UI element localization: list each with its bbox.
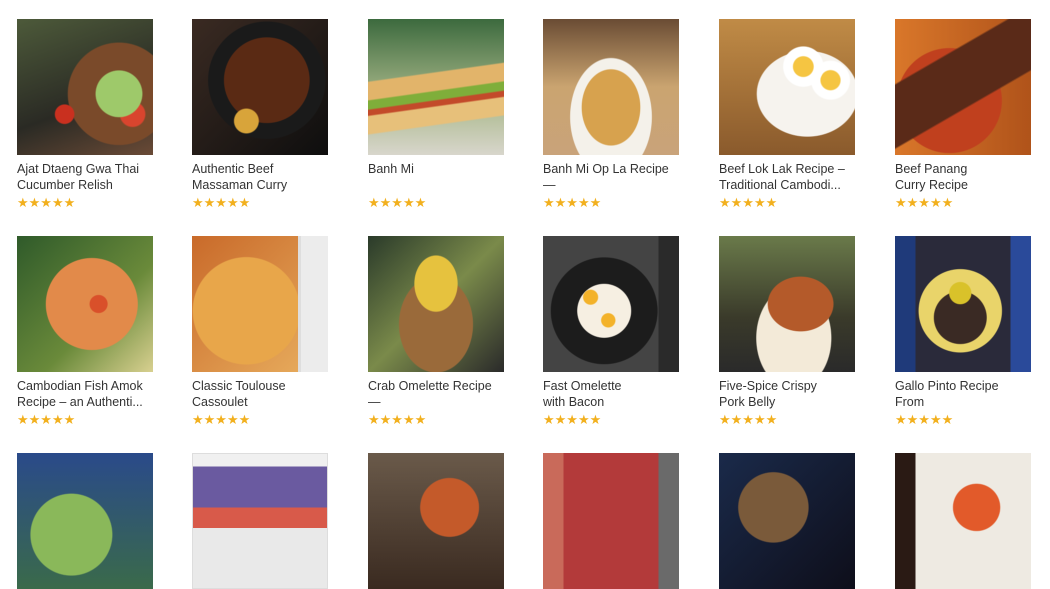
star-rating: ★★★★★ — [17, 195, 76, 210]
recipe-thumbnail[interactable] — [368, 236, 504, 372]
recipe-card[interactable] — [192, 453, 328, 589]
recipe-thumbnail[interactable] — [368, 19, 504, 155]
recipe-card[interactable]: Cambodian Fish Amok Recipe – an Authenti… — [17, 236, 153, 427]
recipe-card[interactable] — [719, 453, 855, 589]
recipe-thumbnail[interactable] — [543, 453, 679, 589]
recipe-card[interactable]: Banh Mi ★★★★★ — [368, 19, 504, 210]
recipe-card[interactable]: Fast Omelette with Bacon ★★★★★ — [543, 236, 679, 427]
recipe-thumbnail[interactable] — [895, 236, 1031, 372]
recipe-thumbnail[interactable] — [719, 19, 855, 155]
recipe-title[interactable]: Ajat Dtaeng Gwa Thai Cucumber Relish — [17, 161, 153, 193]
recipe-thumbnail[interactable] — [543, 236, 679, 372]
star-rating: ★★★★★ — [543, 412, 602, 427]
recipe-thumbnail[interactable] — [719, 236, 855, 372]
recipe-card[interactable]: Five-Spice Crispy Pork Belly ★★★★★ — [719, 236, 855, 427]
recipe-thumbnail[interactable] — [719, 453, 855, 589]
recipe-card[interactable] — [17, 453, 153, 589]
recipe-card[interactable]: Classic Toulouse Cassoulet ★★★★★ — [192, 236, 328, 427]
recipe-card[interactable]: Banh Mi Op La Recipe — Hoi An Style Banh… — [543, 19, 679, 210]
star-rating: ★★★★★ — [719, 195, 778, 210]
recipe-thumbnail[interactable] — [17, 453, 153, 589]
star-rating: ★★★★★ — [368, 412, 427, 427]
recipe-thumbnail[interactable] — [17, 236, 153, 372]
recipe-card[interactable] — [368, 453, 504, 589]
recipe-title[interactable]: Crab Omelette Recipe — Weekend Eggs — [368, 378, 504, 410]
recipe-card[interactable]: Gallo Pinto Recipe From Costa Rica ★★★★★ — [895, 236, 1031, 427]
recipe-title[interactable]: Classic Toulouse Cassoulet — [192, 378, 328, 410]
recipe-title[interactable]: Banh Mi — [368, 161, 504, 193]
recipe-thumbnail[interactable] — [543, 19, 679, 155]
recipe-title[interactable]: Authentic Beef Massaman Curry — [192, 161, 328, 193]
recipe-title[interactable]: Cambodian Fish Amok Recipe – an Authenti… — [17, 378, 153, 410]
recipe-thumbnail[interactable] — [192, 453, 328, 589]
recipe-thumbnail[interactable] — [368, 453, 504, 589]
star-rating: ★★★★★ — [192, 412, 251, 427]
star-rating: ★★★★★ — [368, 195, 427, 210]
recipe-title[interactable]: Beef Lok Lak Recipe – Traditional Cambod… — [719, 161, 855, 193]
recipe-card[interactable]: Beef Lok Lak Recipe – Traditional Cambod… — [719, 19, 855, 210]
recipe-thumbnail[interactable] — [895, 19, 1031, 155]
recipe-title[interactable]: Fast Omelette with Bacon — [543, 378, 679, 410]
recipe-card[interactable]: Crab Omelette Recipe — Weekend Eggs ★★★★… — [368, 236, 504, 427]
recipe-title[interactable]: Banh Mi Op La Recipe — Hoi An Style Banh… — [543, 161, 679, 193]
recipe-thumbnail[interactable] — [895, 453, 1031, 589]
recipe-card[interactable]: Authentic Beef Massaman Curry ★★★★★ — [192, 19, 328, 210]
recipe-card[interactable] — [895, 453, 1031, 589]
recipe-title[interactable]: Beef Panang Curry Recipe — [895, 161, 1031, 193]
star-rating: ★★★★★ — [543, 195, 602, 210]
star-rating: ★★★★★ — [17, 412, 76, 427]
recipe-card[interactable]: Ajat Dtaeng Gwa Thai Cucumber Relish ★★★… — [17, 19, 153, 210]
recipe-thumbnail[interactable] — [192, 19, 328, 155]
recipe-thumbnail[interactable] — [192, 236, 328, 372]
recipe-thumbnail[interactable] — [17, 19, 153, 155]
star-rating: ★★★★★ — [192, 195, 251, 210]
recipe-card[interactable]: Beef Panang Curry Recipe ★★★★★ — [895, 19, 1031, 210]
star-rating: ★★★★★ — [895, 195, 954, 210]
recipe-card[interactable] — [543, 453, 679, 589]
recipe-title[interactable]: Gallo Pinto Recipe From Costa Rica — [895, 378, 1031, 410]
star-rating: ★★★★★ — [719, 412, 778, 427]
recipe-title[interactable]: Five-Spice Crispy Pork Belly — [719, 378, 855, 410]
star-rating: ★★★★★ — [895, 412, 954, 427]
